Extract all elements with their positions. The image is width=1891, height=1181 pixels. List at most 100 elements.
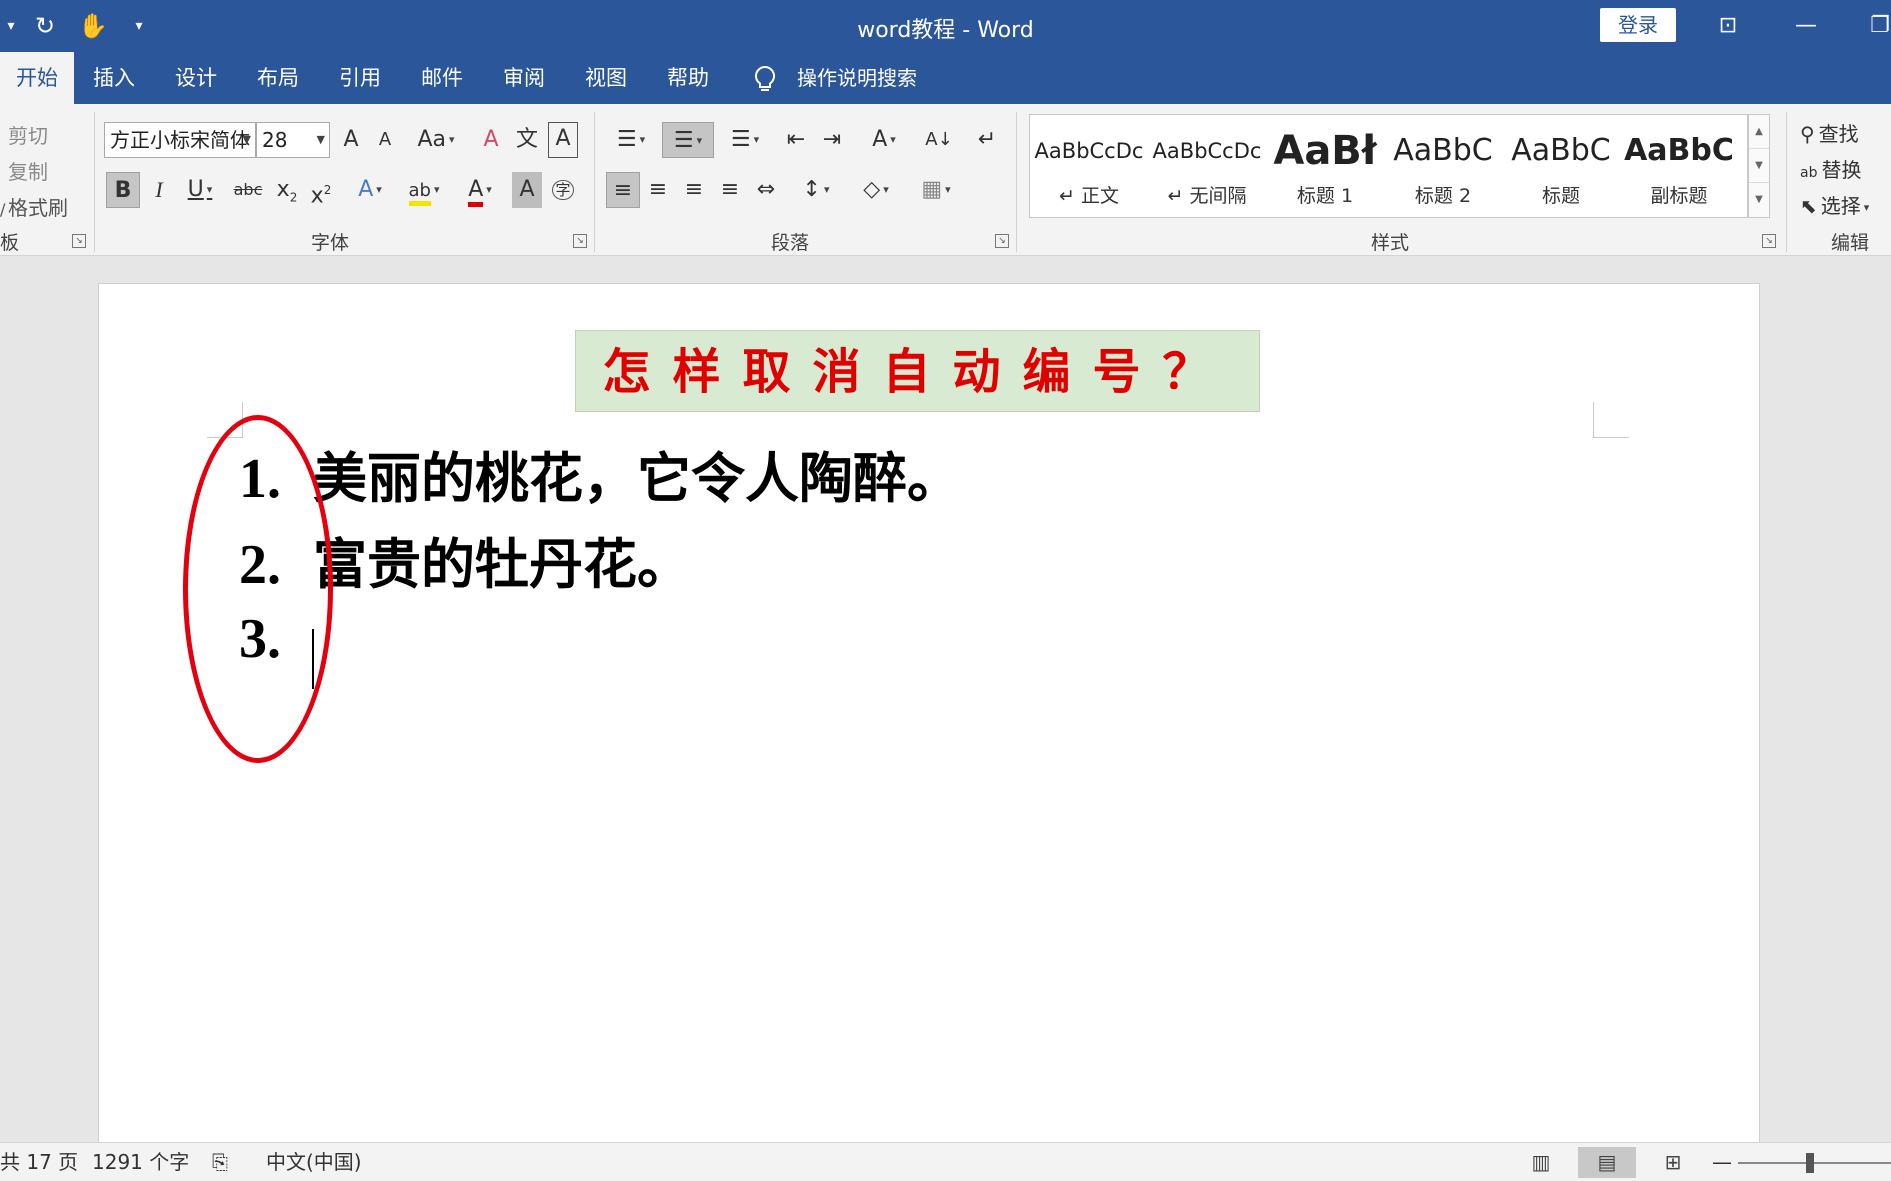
print-layout-icon[interactable]: ▤	[1578, 1147, 1636, 1178]
minimize-icon[interactable]: —	[1786, 8, 1826, 44]
restore-icon[interactable]: ❐	[1860, 8, 1891, 44]
line-spacing-icon[interactable]: ↕ ▾	[792, 172, 840, 208]
align-center-icon[interactable]: ≡	[642, 172, 674, 208]
cursor-arrow-icon: ⬉	[1800, 194, 1817, 218]
multilevel-list-icon[interactable]: ☰ ▾	[720, 122, 770, 158]
replace-icon: ab	[1800, 165, 1818, 181]
paragraph-launcher-icon[interactable]: ↘	[995, 234, 1009, 248]
strikethrough-button[interactable]: abc	[230, 172, 266, 208]
web-layout-icon[interactable]: ⊞	[1644, 1147, 1702, 1178]
subscript-button[interactable]: x2	[272, 172, 302, 208]
ribbon-tabs: 开始 插入 设计 布局 引用 邮件 审阅 视图 帮助 操作说明搜索	[0, 52, 1891, 104]
margin-corner-mark	[1593, 402, 1629, 438]
shrink-font-icon[interactable]: A	[370, 122, 400, 158]
font-size-combo[interactable]: 28 ▼	[256, 122, 330, 158]
superscript-button[interactable]: x2	[306, 172, 336, 208]
zoom-slider[interactable]	[1738, 1162, 1891, 1164]
tab-layout[interactable]: 布局	[248, 52, 308, 104]
proofing-icon[interactable]: ⎘	[212, 1143, 228, 1181]
clipboard-launcher-icon[interactable]: ↘	[72, 234, 86, 248]
document-area: 怎样取消自动编号？ 1. 美丽的桃花，它令人陶醉。 2. 富贵的牡丹花。 3.	[0, 257, 1891, 1163]
sort-icon[interactable]: A↓	[922, 122, 956, 158]
document-page[interactable]: 怎样取消自动编号？ 1. 美丽的桃花，它令人陶醉。 2. 富贵的牡丹花。 3.	[98, 283, 1760, 1163]
increase-indent-icon[interactable]: ⇥	[816, 122, 848, 158]
highlight-color-icon[interactable]: ab ▾	[400, 172, 448, 208]
change-case-icon[interactable]: Aa ▾	[412, 122, 460, 158]
style-heading-1[interactable]: AaBł 标题 1	[1266, 115, 1384, 217]
group-separator	[594, 112, 595, 252]
clear-formatting-icon[interactable]: A	[476, 122, 506, 158]
styles-launcher-icon[interactable]: ↘	[1762, 234, 1776, 248]
tell-me-search[interactable]: 操作说明搜索	[797, 52, 917, 104]
style-gallery: AaBbCcDc ↵ 正文 AaBbCcDc ↵ 无间隔 AaBł 标题 1 A…	[1029, 114, 1748, 218]
ribbon: 剪切 复制 / 格式刷 板 ↘ 方正小标宋简体 ▼ 28 ▼ A A Aa ▾ A 文 …	[0, 104, 1891, 256]
tab-review[interactable]: 审阅	[494, 52, 554, 104]
chevron-down-icon: ▼	[316, 133, 325, 146]
align-left-icon[interactable]: ≡	[606, 172, 640, 208]
tab-mailings[interactable]: 邮件	[412, 52, 472, 104]
numbering-icon[interactable]: ☰ ▾	[662, 122, 714, 158]
editing-group-label: 编辑	[1830, 232, 1869, 254]
replace-button[interactable]: ab 替换	[1800, 154, 1861, 183]
ribbon-display-options-icon[interactable]: ⊡	[1708, 8, 1748, 44]
tab-references[interactable]: 引用	[330, 52, 390, 104]
page-count[interactable]: 共 17 页	[0, 1143, 78, 1181]
borders-icon[interactable]: ▦ ▾	[910, 172, 962, 208]
lightbulb-icon[interactable]	[750, 64, 780, 94]
italic-button[interactable]: I	[144, 172, 174, 208]
cut-button[interactable]: 剪切	[0, 120, 48, 149]
phonetic-guide-icon[interactable]: 文	[512, 122, 542, 158]
style-title[interactable]: AaBbC 标题	[1502, 115, 1620, 217]
style-heading-2[interactable]: AaBbC 标题 2	[1384, 115, 1502, 217]
search-icon: ⚲	[1800, 122, 1815, 146]
grow-font-icon[interactable]: A	[336, 122, 366, 158]
zoom-slider-thumb[interactable]	[1806, 1153, 1814, 1173]
clipboard-group-label: 板	[0, 232, 20, 254]
language[interactable]: 中文(中国)	[266, 1143, 362, 1181]
text-effects-icon[interactable]: A ▾	[348, 172, 392, 208]
scroll-up-icon[interactable]: ▲	[1749, 115, 1769, 149]
justify-icon[interactable]: ≡	[714, 172, 746, 208]
styles-group-label: 样式	[1370, 232, 1409, 254]
tab-help[interactable]: 帮助	[658, 52, 718, 104]
list-item[interactable]: 1. 美丽的桃花，它令人陶醉。	[239, 434, 961, 514]
tab-home[interactable]: 开始	[0, 52, 74, 104]
format-painter-button[interactable]: / 格式刷	[0, 192, 68, 221]
font-name-combo[interactable]: 方正小标宋简体 ▼	[104, 122, 256, 158]
zoom-out-icon[interactable]: —	[1712, 1143, 1732, 1181]
distributed-icon[interactable]: ⇔	[750, 172, 782, 208]
bullets-icon[interactable]: ☰ ▾	[606, 122, 656, 158]
select-button[interactable]: ⬉ 选择 ▾	[1800, 190, 1869, 219]
gallery-more-icon[interactable]: ▼	[1749, 183, 1769, 217]
tab-view[interactable]: 视图	[576, 52, 636, 104]
word-count[interactable]: 1291 个字	[92, 1143, 189, 1181]
tab-design[interactable]: 设计	[166, 52, 226, 104]
bold-button[interactable]: B	[106, 172, 140, 208]
paragraph-shading-icon[interactable]: ◇ ▾	[850, 172, 902, 208]
decrease-indent-icon[interactable]: ⇤	[780, 122, 812, 158]
style-gallery-scroll[interactable]: ▲ ▼ ▼	[1748, 114, 1770, 218]
show-marks-icon[interactable]: ↵	[970, 122, 1004, 158]
font-group-label: 字体	[310, 232, 349, 254]
paragraph-group-label: 段落	[770, 232, 809, 254]
align-right-icon[interactable]: ≡	[678, 172, 710, 208]
enclose-characters-icon[interactable]: 字	[548, 172, 578, 208]
group-separator	[1786, 112, 1787, 252]
character-shading-icon[interactable]: A	[512, 172, 542, 208]
copy-button[interactable]: 复制	[0, 156, 48, 185]
read-mode-icon[interactable]: ▥	[1512, 1147, 1570, 1178]
character-border-icon[interactable]: A	[548, 122, 578, 158]
scroll-down-icon[interactable]: ▼	[1749, 149, 1769, 183]
login-button[interactable]: 登录	[1600, 8, 1676, 42]
chinese-layout-icon[interactable]: A ▾	[860, 122, 908, 158]
font-launcher-icon[interactable]: ↘	[573, 234, 587, 248]
style-normal[interactable]: AaBbCcDc ↵ 正文	[1030, 115, 1148, 217]
font-color-icon[interactable]: A ▾	[456, 172, 504, 208]
tab-insert[interactable]: 插入	[84, 52, 144, 104]
brush-icon: /	[0, 200, 6, 219]
style-no-spacing[interactable]: AaBbCcDc ↵ 无间隔	[1148, 115, 1266, 217]
find-button[interactable]: ⚲ 查找	[1800, 118, 1859, 147]
underline-button[interactable]: U ▾	[178, 172, 222, 208]
style-subtitle[interactable]: AaBbC 副标题	[1620, 115, 1738, 217]
document-title-box: 怎样取消自动编号？	[575, 330, 1260, 412]
